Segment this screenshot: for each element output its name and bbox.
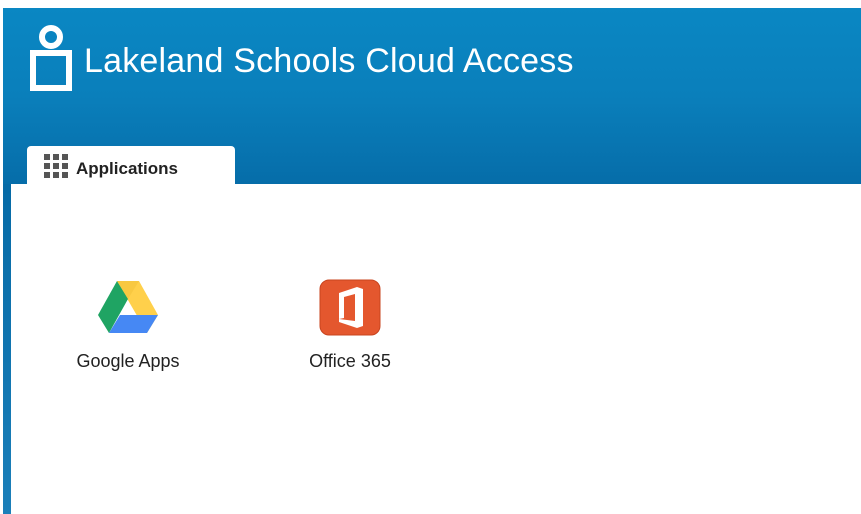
office-365-icon [319,279,381,336]
app-tile-office-365[interactable]: Office 365 [270,279,430,389]
left-rail [3,184,11,514]
app-label: Office 365 [309,351,391,371]
header-bar: Lakeland Schools Cloud Access Applicatio… [3,8,861,192]
google-drive-icon [98,281,158,333]
user-icon [30,25,72,91]
applications-panel: Google Apps Office 365 [11,184,861,514]
tab-label: Applications [76,159,179,178]
apps-grid-icon [44,154,68,178]
portal-page: Lakeland Schools Cloud Access Applicatio… [0,0,861,514]
portal-title: Lakeland Schools Cloud Access [84,42,574,80]
app-tile-google-apps[interactable]: Google Apps [48,279,208,389]
app-label: Google Apps [76,351,180,371]
